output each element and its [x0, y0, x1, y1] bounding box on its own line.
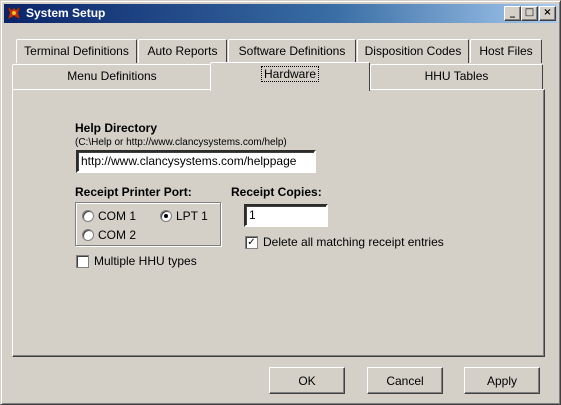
radio-selected-icon [160, 210, 172, 222]
close-button[interactable]: × [539, 6, 556, 21]
receipt-copies-label: Receipt Copies: [231, 185, 322, 199]
tab-label: Disposition Codes [364, 44, 462, 58]
tab-label: Menu Definitions [67, 69, 157, 83]
tab-label: Auto Reports [147, 44, 218, 58]
receipt-copies-input[interactable]: 1 [244, 204, 328, 227]
help-directory-input[interactable]: http://www.clancysystems.com/helppage [76, 150, 316, 173]
tab-software-definitions[interactable]: Software Definitions [228, 39, 356, 63]
hardware-panel: Help Directory (C:\Help or http://www.cl… [12, 89, 545, 357]
checkbox-label: Multiple HHU types [94, 254, 197, 268]
radio-label: LPT 1 [176, 209, 208, 223]
radio-circle-icon [82, 210, 94, 222]
help-directory-hint: (C:\Help or http://www.clancysystems.com… [75, 137, 287, 148]
window-title: System Setup [26, 6, 106, 20]
tab-auto-reports[interactable]: Auto Reports [138, 39, 227, 63]
ok-button[interactable]: OK [269, 367, 345, 394]
tab-label: Terminal Definitions [24, 44, 129, 58]
tab-menu-definitions[interactable]: Menu Definitions [12, 64, 212, 89]
minimize-icon: _ [510, 7, 515, 18]
receipt-printer-port-label: Receipt Printer Port: [75, 185, 192, 199]
app-icon [7, 6, 21, 20]
tab-hhu-tables[interactable]: HHU Tables [370, 64, 543, 89]
lpt1-radio[interactable]: LPT 1 [160, 209, 208, 223]
cancel-button[interactable]: Cancel [367, 367, 443, 394]
minimize-button[interactable]: _ [504, 6, 521, 21]
tab-label: Software Definitions [238, 44, 346, 58]
com2-radio[interactable]: COM 2 [82, 228, 136, 242]
system-setup-window: System Setup _ □ × Terminal Definitions … [0, 0, 561, 405]
checkbox-unchecked-icon [76, 254, 89, 268]
checkbox-label: Delete all matching receipt entries [263, 235, 444, 249]
tab-label: Host Files [479, 44, 533, 58]
radio-label: COM 2 [98, 228, 137, 242]
tab-label: Hardware [260, 66, 320, 82]
tab-hardware[interactable]: Hardware [210, 62, 370, 91]
maximize-button[interactable]: □ [521, 6, 538, 21]
apply-button[interactable]: Apply [464, 367, 540, 394]
close-icon: × [543, 7, 552, 18]
tab-host-files[interactable]: Host Files [470, 39, 542, 63]
checkmark-icon: ✓ [245, 235, 258, 249]
maximize-icon: □ [524, 7, 535, 18]
com1-radio[interactable]: COM 1 [82, 209, 136, 223]
tab-label: HHU Tables [424, 69, 489, 83]
radio-circle-icon [82, 229, 94, 241]
printer-port-group: COM 1 LPT 1 COM 2 [75, 202, 221, 246]
tab-disposition-codes[interactable]: Disposition Codes [357, 39, 469, 63]
radio-label: COM 1 [98, 209, 137, 223]
multiple-hhu-checkbox[interactable]: Multiple HHU types [76, 254, 197, 268]
title-bar[interactable]: System Setup _ □ × [4, 4, 557, 23]
help-directory-label: Help Directory [75, 121, 158, 135]
tab-terminal-definitions[interactable]: Terminal Definitions [16, 39, 137, 63]
delete-matching-checkbox[interactable]: ✓ Delete all matching receipt entries [245, 235, 444, 249]
